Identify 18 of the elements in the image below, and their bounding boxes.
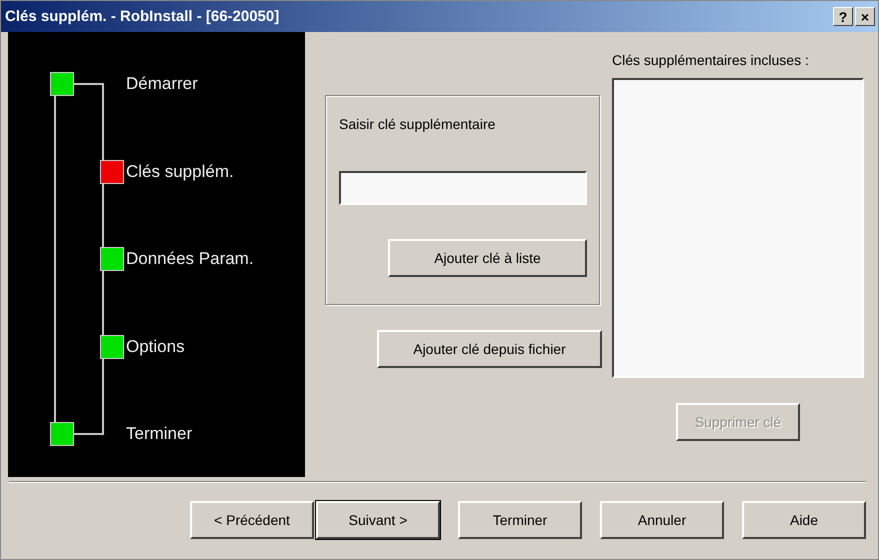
- step-label: Options: [126, 336, 185, 358]
- step-label: Données Param.: [126, 248, 254, 270]
- step-label: Démarrer: [126, 73, 198, 95]
- wizard-button[interactable]: Aide: [742, 501, 866, 539]
- add-from-file-button[interactable]: Ajouter clé depuis fichier: [377, 330, 602, 368]
- wizard-button[interactable]: Suivant >: [316, 501, 440, 539]
- step-label: Clés supplém.: [126, 160, 234, 182]
- step-label: Terminer: [126, 423, 192, 445]
- window-title: Clés supplém. - RobInstall - [66-20050]: [5, 8, 280, 25]
- wizard-button[interactable]: < Précédent: [190, 501, 314, 539]
- key-input-field[interactable]: [339, 171, 587, 205]
- close-button[interactable]: ×: [855, 7, 875, 26]
- wizard-button[interactable]: Terminer: [458, 501, 582, 539]
- group-label: Saisir clé supplémentaire: [339, 116, 496, 134]
- add-key-button[interactable]: Ajouter clé à liste: [388, 239, 587, 277]
- list-label: Clés supplémentaires incluses :: [612, 52, 810, 70]
- help-button[interactable]: ?: [833, 7, 853, 26]
- wizard-button[interactable]: Annuler: [600, 501, 724, 539]
